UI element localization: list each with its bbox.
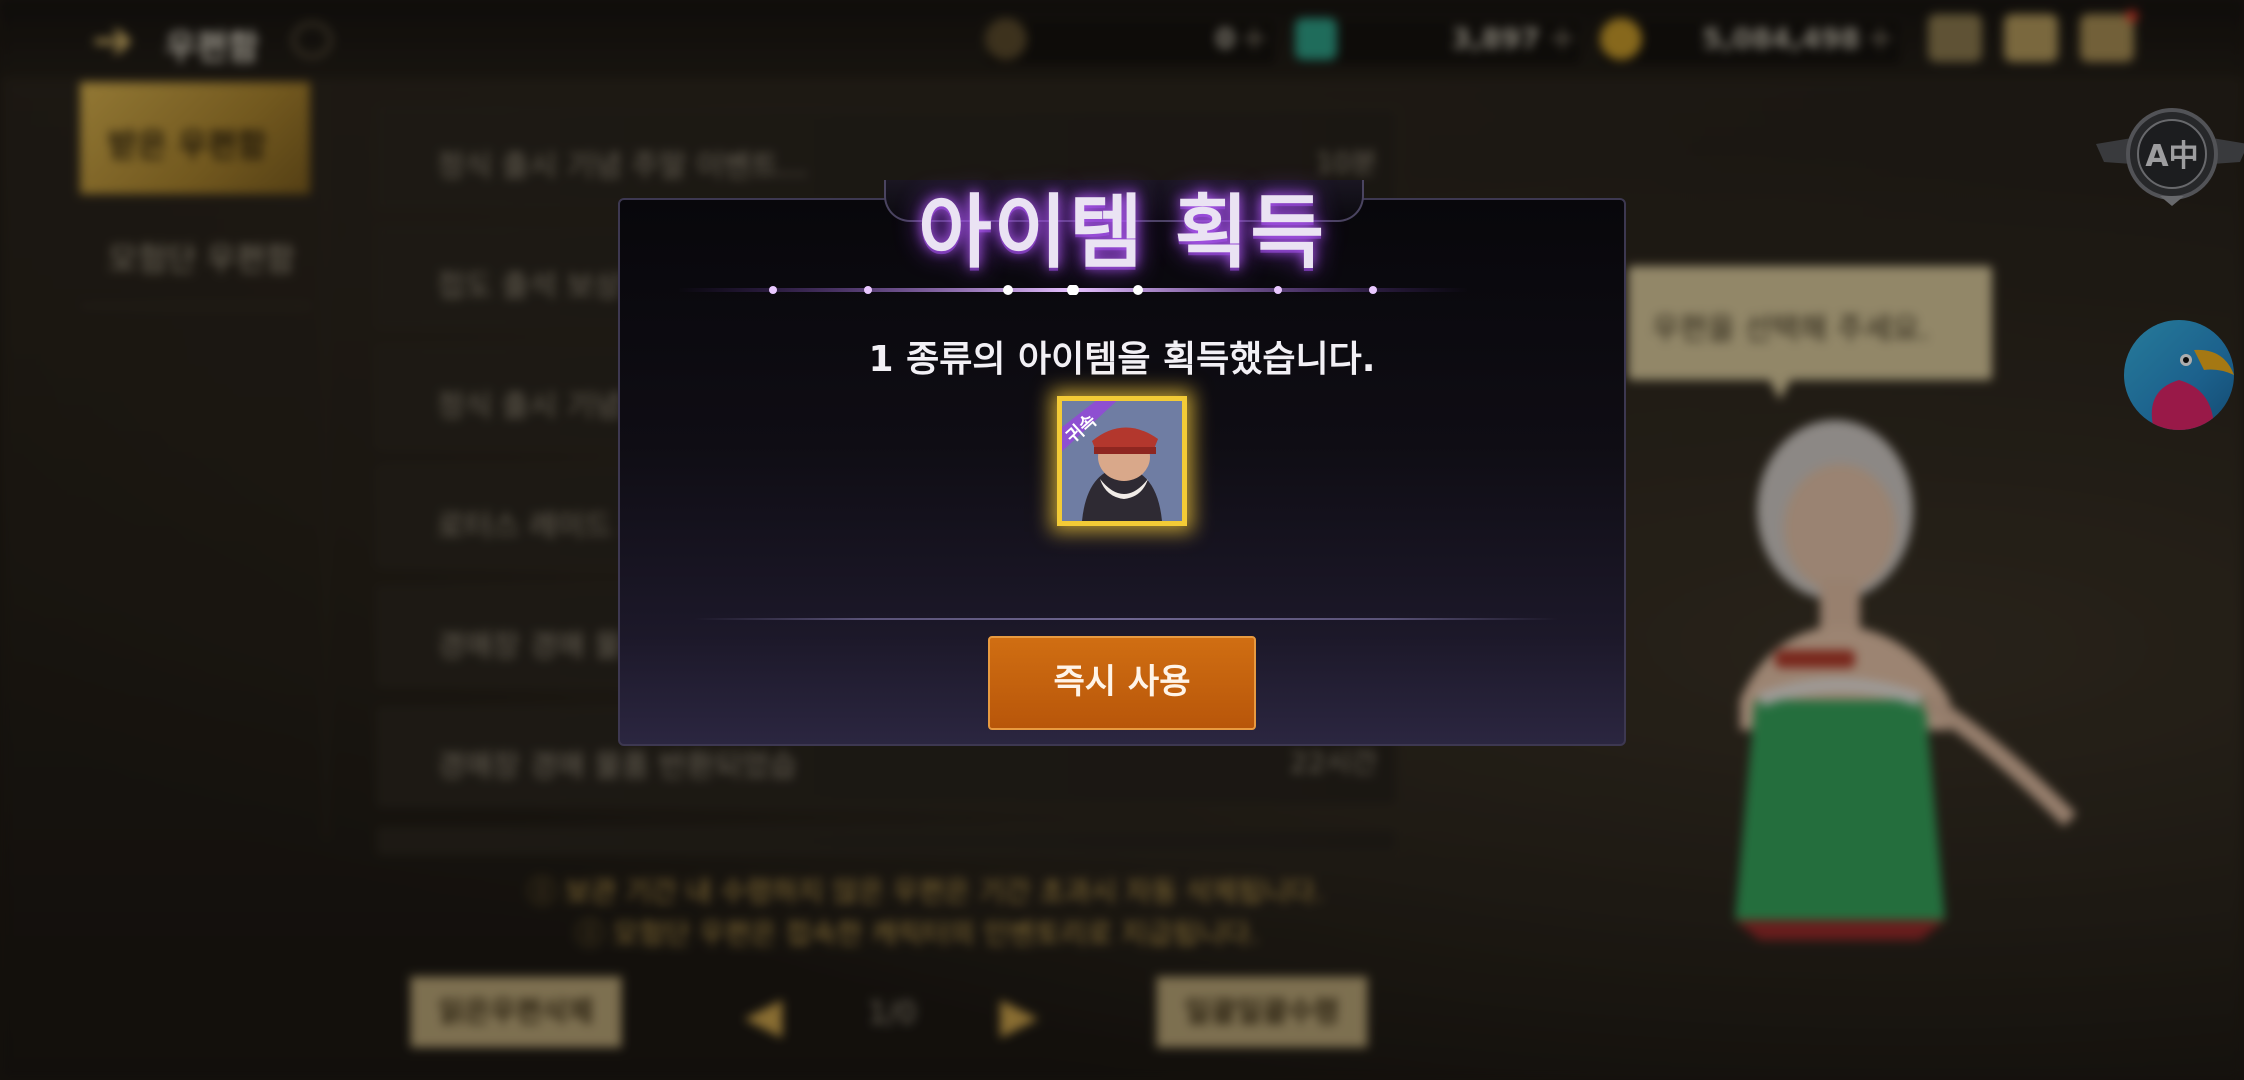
dialog-title: 아이템 획득 xyxy=(918,186,1326,279)
item-slot[interactable]: 귀속 xyxy=(1057,396,1187,526)
title-glow-divider xyxy=(678,285,1468,295)
use-now-button[interactable]: 즉시 사용 xyxy=(988,636,1256,730)
dialog-divider xyxy=(694,618,1558,620)
dialog-message: 1 종류의 아이템을 획득했습니다. xyxy=(868,339,1376,380)
